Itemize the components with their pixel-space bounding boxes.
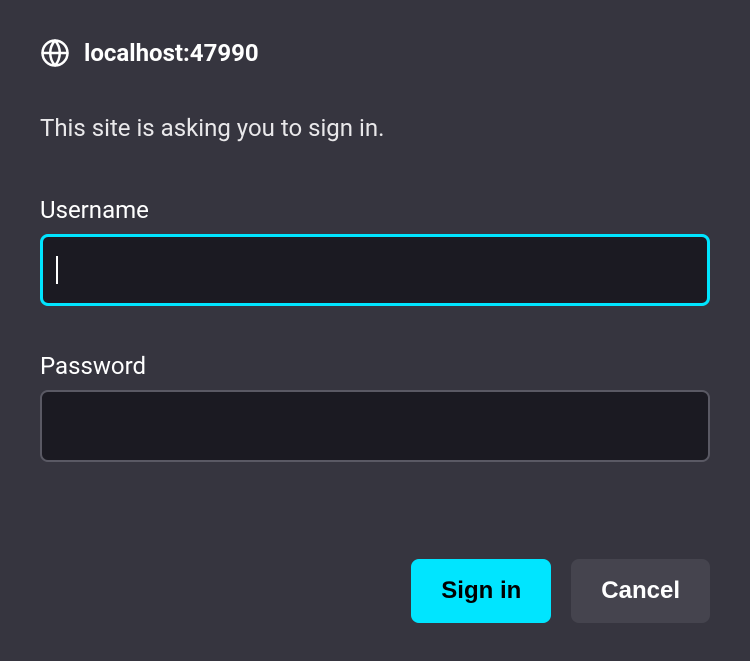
username-input[interactable] [40, 234, 710, 306]
username-field-group: Username [40, 196, 710, 306]
password-label: Password [40, 352, 710, 380]
globe-icon [40, 38, 70, 68]
cancel-button[interactable]: Cancel [571, 559, 710, 623]
signin-prompt: This site is asking you to sign in. [40, 114, 710, 142]
password-field-group: Password [40, 352, 710, 462]
host-text: localhost:47990 [84, 39, 259, 67]
host-row: localhost:47990 [40, 38, 710, 68]
button-row: Sign in Cancel [40, 559, 710, 623]
auth-dialog: localhost:47990 This site is asking you … [0, 0, 750, 661]
username-label: Username [40, 196, 710, 224]
password-input[interactable] [40, 390, 710, 462]
signin-button[interactable]: Sign in [411, 559, 551, 623]
